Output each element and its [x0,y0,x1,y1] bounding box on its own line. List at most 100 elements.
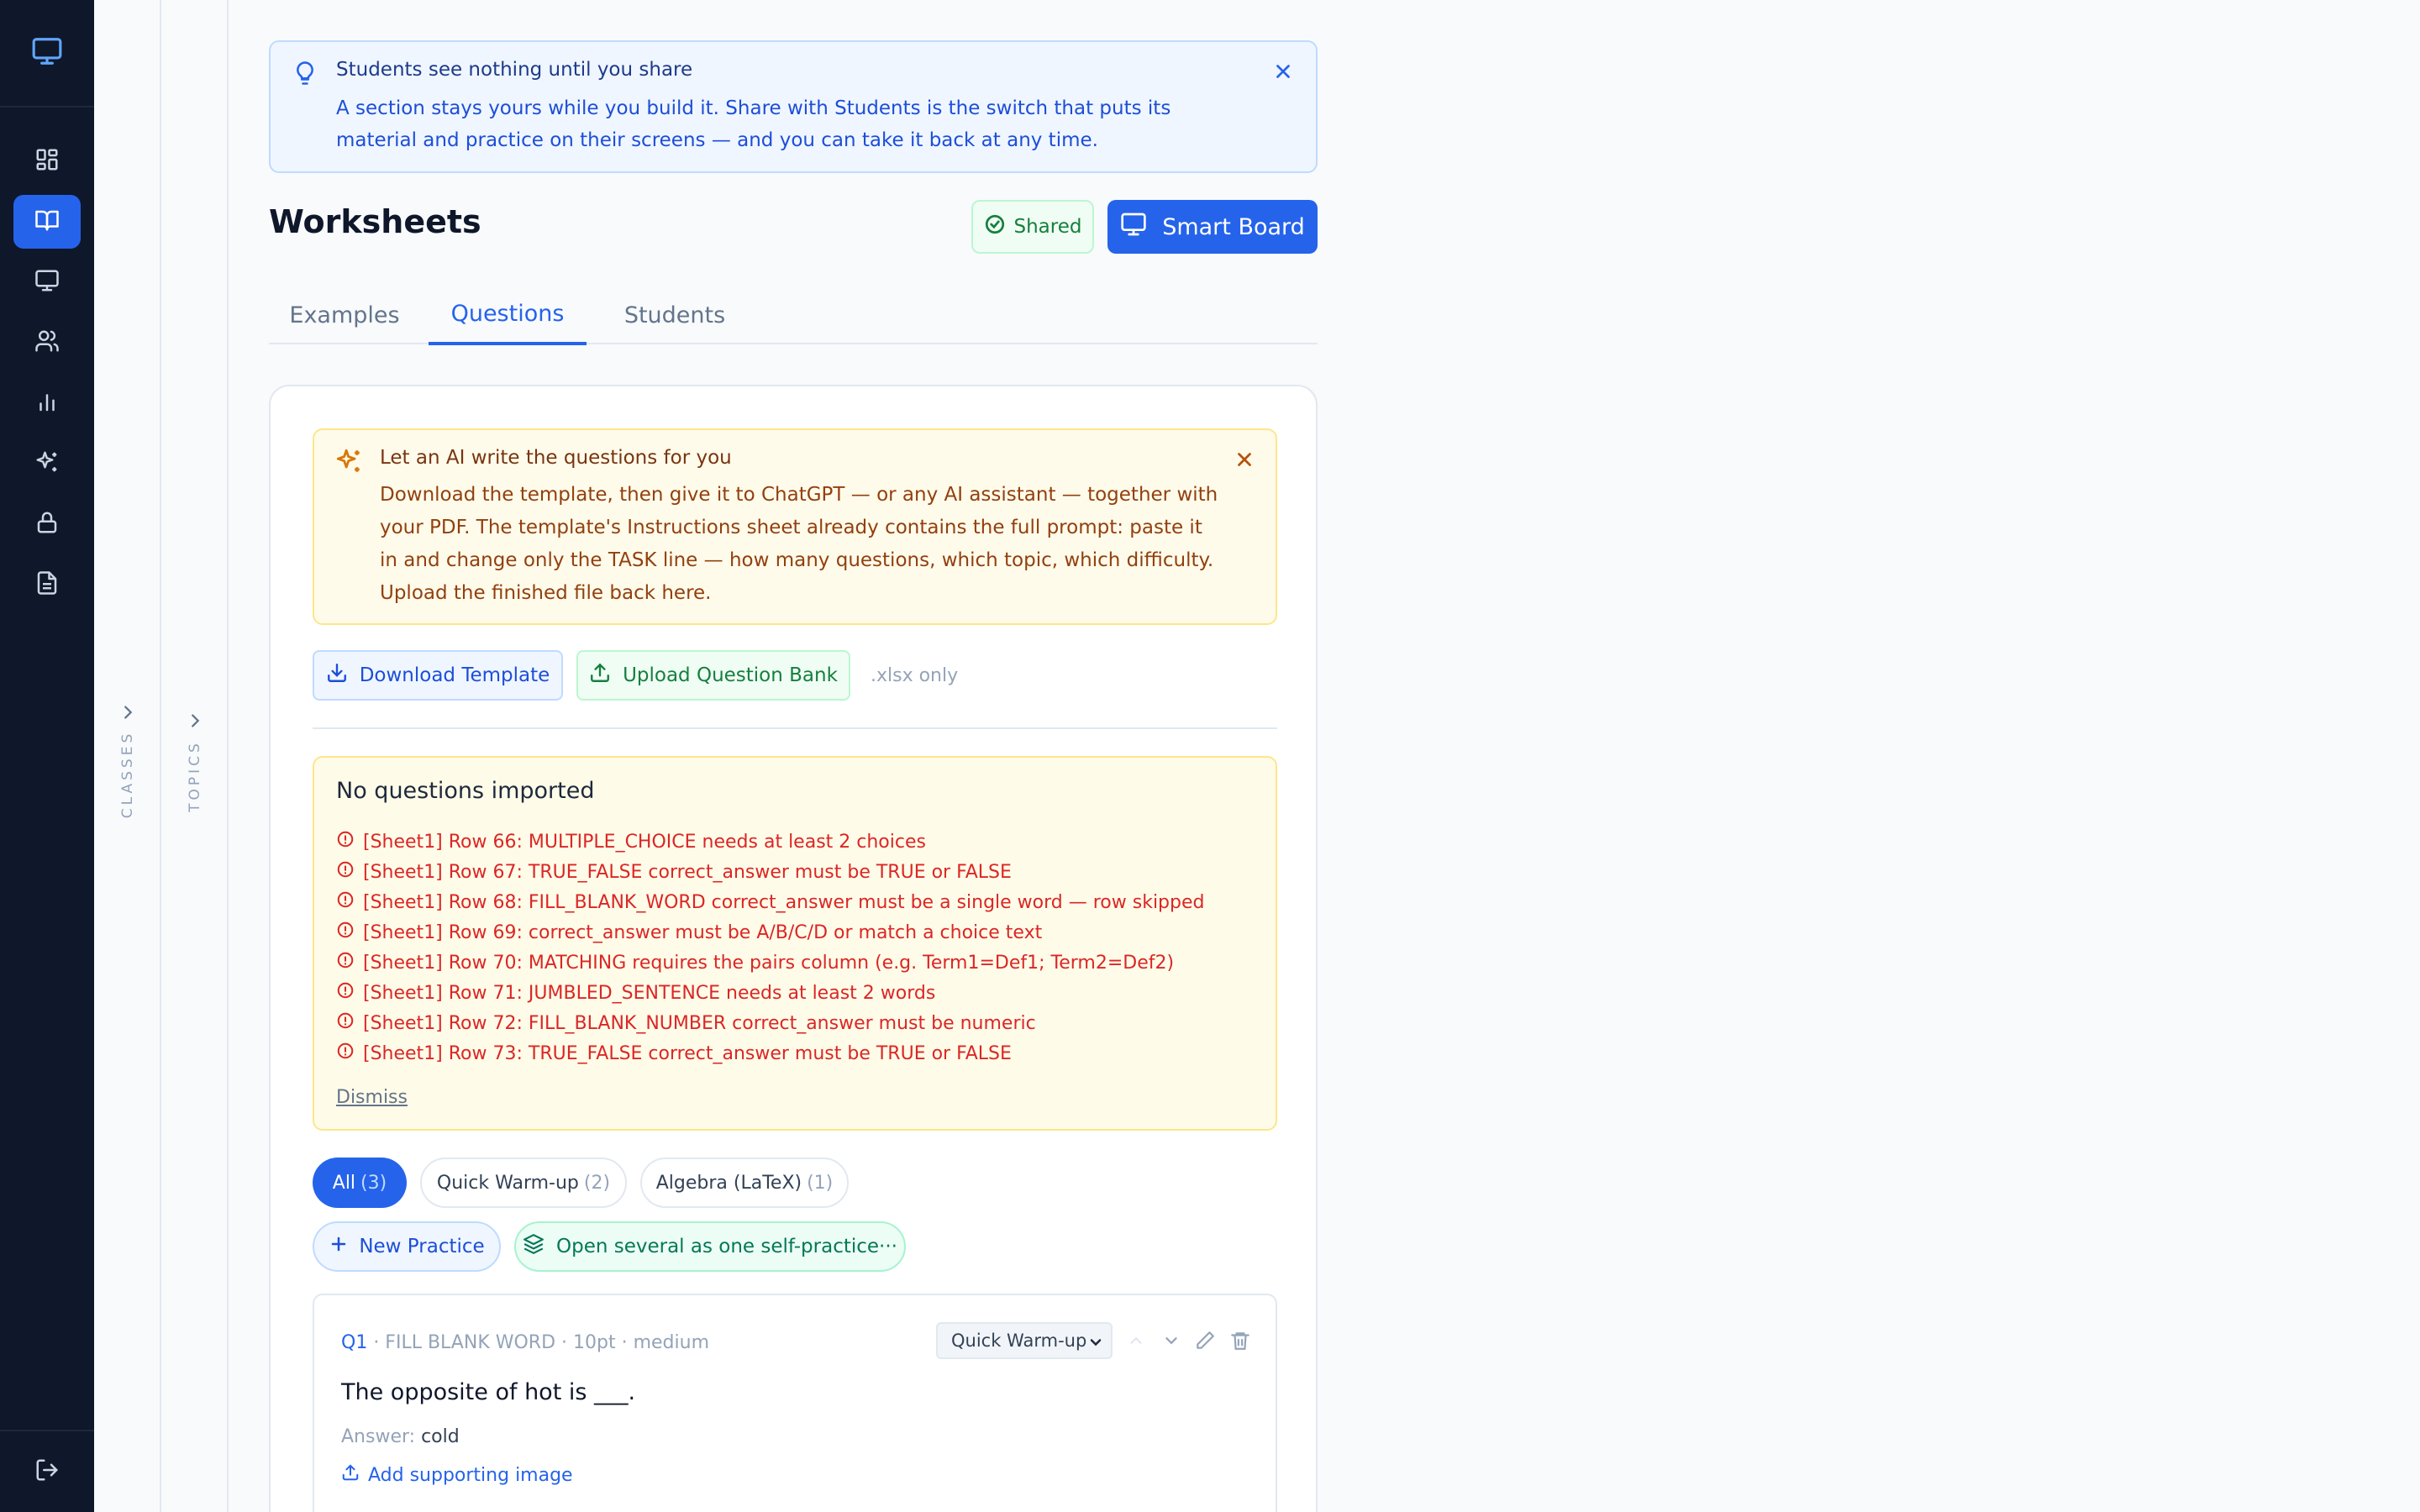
monitor-icon [1120,211,1147,244]
smart-board-label: Smart Board [1162,213,1305,240]
tab-questions[interactable]: Questions [429,286,587,345]
logout-button[interactable] [0,1430,94,1512]
upload-question-bank-button[interactable]: Upload Question Bank [576,650,850,701]
page-title: Worksheets [269,203,481,240]
filter-chip-label: Quick Warm-up [436,1172,579,1194]
error-text: [Sheet1] Row 69: correct_answer must be … [363,921,1043,943]
tab-examples[interactable]: Examples [269,286,420,344]
section-tabs: Examples Questions Students [269,286,1318,345]
upload-icon [341,1463,360,1487]
ai-banner-title: Let an AI write the questions for you [380,447,732,469]
app-logo[interactable] [0,0,94,108]
error-item: [Sheet1] Row 68: FILL_BLANK_WORD correct… [336,887,1204,917]
filter-chip-count: (3) [360,1172,387,1194]
nav-ai[interactable] [13,437,81,491]
classes-panel-collapsed[interactable]: CLASSES [94,0,161,1512]
plus-icon [329,1234,349,1259]
filter-chip-all[interactable]: All (3) [313,1158,407,1208]
download-icon [326,662,348,689]
import-errors-list: [Sheet1] Row 66: MULTIPLE_CHOICE needs a… [336,827,1204,1068]
dismiss-errors-link[interactable]: Dismiss [336,1087,408,1108]
users-icon [34,328,60,357]
alert-circle-icon [336,1011,355,1035]
error-text: [Sheet1] Row 66: MULTIPLE_CHOICE needs a… [363,831,926,853]
monitor-icon [31,35,63,71]
nav-smart-board[interactable] [13,255,81,309]
close-icon[interactable] [1272,60,1294,86]
check-circle-icon [984,213,1006,240]
error-text: [Sheet1] Row 73: TRUE_FALSE correct_answ… [363,1042,1012,1064]
bar-chart-icon [34,389,60,417]
upload-question-bank-label: Upload Question Bank [623,664,838,686]
error-text: [Sheet1] Row 67: TRUE_FALSE correct_answ… [363,861,1012,883]
trash-icon[interactable] [1228,1329,1252,1352]
alert-circle-icon [336,890,355,914]
filter-chip-count: (2) [583,1172,611,1194]
nav-worksheets[interactable] [13,195,81,249]
error-item: [Sheet1] Row 73: TRUE_FALSE correct_answ… [336,1038,1204,1068]
chevron-down-icon[interactable] [1160,1329,1183,1352]
error-item: [Sheet1] Row 72: FILL_BLANK_NUMBER corre… [336,1008,1204,1038]
question-card: Q1 · FILL BLANK WORD · 10pt · medium Qui… [313,1294,1277,1512]
questions-panel: Let an AI write the questions for you Do… [269,385,1318,1512]
practice-select[interactable]: Quick Warm-up [936,1322,1113,1359]
nav-security[interactable] [13,497,81,551]
filter-chip-quick-warm-up[interactable]: Quick Warm-up (2) [420,1158,627,1208]
file-type-note: .xlsx only [871,665,959,686]
answer-value: cold [421,1426,460,1447]
shared-toggle-button[interactable]: Shared [971,200,1094,254]
error-item: [Sheet1] Row 70: MATCHING requires the p… [336,948,1204,978]
chevron-up-icon[interactable] [1124,1329,1148,1352]
alert-circle-icon [336,830,355,853]
share-info-banner: Students see nothing until you share A s… [269,40,1318,173]
nav-analytics[interactable] [13,376,81,430]
error-text: [Sheet1] Row 71: JUMBLED_SENTENCE needs … [363,982,936,1004]
app-nav-rail [0,0,94,1512]
logout-icon [34,1457,60,1486]
lock-icon [34,510,60,538]
error-item: [Sheet1] Row 69: correct_answer must be … [336,917,1204,948]
nav-dashboard[interactable] [13,134,81,188]
topics-panel-label: TOPICS [187,740,203,812]
tab-students[interactable]: Students [593,286,756,344]
import-errors-box: No questions imported [Sheet1] Row 66: M… [313,756,1277,1131]
error-text: [Sheet1] Row 68: FILL_BLANK_WORD correct… [363,891,1205,913]
info-banner-text: A section stays yours while you build it… [336,97,1171,151]
open-self-practice-button[interactable]: Open several as one self-practice··· [514,1221,906,1272]
error-item: [Sheet1] Row 67: TRUE_FALSE correct_answ… [336,857,1204,887]
new-practice-button[interactable]: New Practice [313,1221,501,1272]
book-open-icon [34,207,60,236]
nav-documents[interactable] [13,558,81,612]
alert-circle-icon [336,1042,355,1065]
question-answer: Answer: cold [341,1426,460,1447]
shared-label: Shared [1013,216,1082,238]
chevron-right-icon[interactable] [116,701,139,724]
alert-circle-icon [336,951,355,974]
new-practice-label: New Practice [359,1236,485,1257]
practice-select-value: Quick Warm-up [951,1331,1087,1351]
layers-icon [523,1233,544,1260]
smart-board-button[interactable]: Smart Board [1107,200,1318,254]
chevron-right-icon[interactable] [183,709,207,732]
monitor-icon [34,268,60,297]
close-icon[interactable] [1234,449,1255,474]
error-text: [Sheet1] Row 72: FILL_BLANK_NUMBER corre… [363,1012,1036,1034]
ai-banner-text: Download the template, then give it to C… [380,484,1218,604]
sparkles-icon [334,447,363,479]
lightbulb-icon [292,60,318,89]
add-supporting-image-link[interactable]: Add supporting image [341,1463,573,1487]
question-meta: Q1 · FILL BLANK WORD · 10pt · medium [341,1332,709,1353]
filter-chip-algebra[interactable]: Algebra (LaTeX) (1) [640,1158,849,1208]
filter-chip-label: All [332,1172,356,1194]
classes-panel-label: CLASSES [119,730,136,819]
open-self-practice-label: Open several as one self-practice··· [556,1236,897,1257]
topics-panel-collapsed[interactable]: TOPICS [161,0,229,1512]
nav-users[interactable] [13,316,81,370]
pencil-icon[interactable] [1193,1329,1217,1352]
add-supporting-image-label: Add supporting image [368,1464,573,1486]
download-template-button[interactable]: Download Template [313,650,563,701]
error-text: [Sheet1] Row 70: MATCHING requires the p… [363,952,1175,974]
sparkles-icon [34,449,60,478]
question-text: The opposite of hot is ___. [341,1379,636,1405]
question-number: Q1 [341,1332,368,1353]
